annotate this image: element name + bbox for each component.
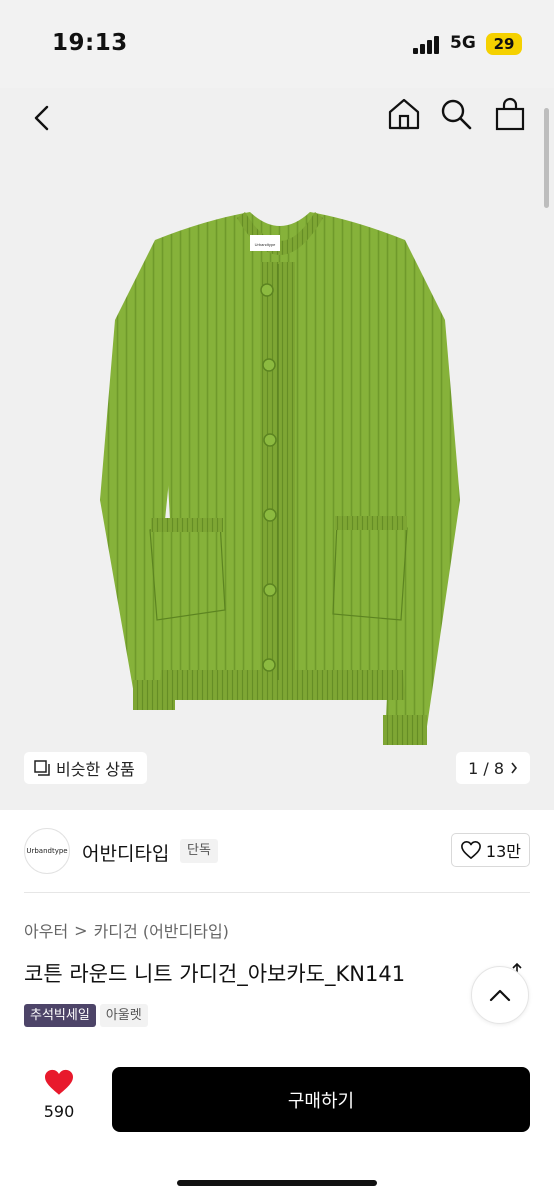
similar-products-label: 비슷한 상품 [56,760,135,779]
battery-icon: 29 [486,33,522,55]
breadcrumb-category[interactable]: 아우터 [24,918,68,942]
cart-icon [495,97,525,131]
cart-button[interactable] [490,94,530,134]
back-button[interactable] [24,96,60,140]
home-icon [388,98,420,130]
like-count: 590 [43,1102,75,1121]
signal-icon [413,36,443,54]
image-pager-button[interactable]: 1 / 8 [456,752,530,784]
brand-row: Urbandtype 어반디타입 단독 13만 [24,828,530,874]
heart-outline-icon [460,841,481,859]
image-pager-label: 1 / 8 [468,758,504,778]
back-icon [34,105,49,131]
product-tags: 추석빅세일 아울렛 [24,1004,148,1027]
status-bar: 19:13 5G 29 [0,0,554,88]
chevron-right-icon [511,762,518,774]
search-icon [441,99,472,130]
tag-chuseok-sale: 추석빅세일 [24,1004,96,1027]
chevron-up-icon [489,989,511,1002]
scrollbar[interactable] [544,108,549,208]
breadcrumb-subcategory[interactable]: 카디건 (어반디타입) [94,918,229,942]
search-button[interactable] [436,94,476,134]
similar-icon [34,760,50,776]
svg-text:Urbandtype: Urbandtype [255,242,276,247]
product-title: 코튼 라운드 니트 가디건_아보카도_KN141 [24,962,406,986]
brand-logo[interactable]: Urbandtype [24,828,70,874]
tag-outlet: 아울렛 [99,1004,148,1027]
brand-like-count: 13만 [485,842,521,861]
breadcrumb: 아우터 > 카디건 (어반디타입) [24,918,229,942]
exclusive-badge: 단독 [180,839,218,863]
similar-products-button[interactable]: 비슷한 상품 [24,752,147,784]
home-button[interactable] [384,94,424,134]
status-time: 19:13 [52,30,128,56]
divider [24,892,530,893]
breadcrumb-separator: > [74,920,88,940]
buy-button[interactable]: 구매하기 [112,1067,530,1132]
like-button[interactable]: 590 [30,1068,88,1121]
scroll-to-top-button[interactable] [471,966,529,1024]
home-indicator [177,1180,377,1186]
network-label: 5G [450,33,476,53]
product-image: Urbandtype [100,212,460,745]
heart-filled-icon [45,1069,73,1095]
product-image-gallery[interactable]: Urbandtype 비슷한 상품 1 / 8 [0,88,554,810]
brand-like-button[interactable]: 13만 [450,833,530,867]
brand-name[interactable]: 어반디타입 [82,839,169,866]
